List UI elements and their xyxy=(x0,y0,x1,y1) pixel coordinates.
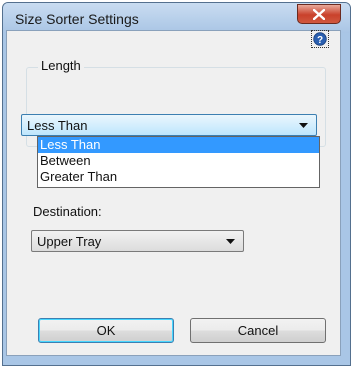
chevron-down-icon xyxy=(226,239,235,244)
cancel-button[interactable]: Cancel xyxy=(190,318,326,343)
dropdown-option-less-than[interactable]: Less Than xyxy=(38,137,319,153)
svg-text:?: ? xyxy=(317,35,323,46)
length-combo-value: Less Than xyxy=(27,118,88,133)
destination-combo[interactable]: Upper Tray xyxy=(31,230,244,252)
length-group-label: Length xyxy=(38,58,84,73)
close-icon xyxy=(313,8,325,20)
title-bar[interactable]: Size Sorter Settings xyxy=(3,3,350,33)
length-dropdown-list: Less Than Between Greater Than xyxy=(37,136,320,188)
length-combo[interactable]: Less Than xyxy=(21,114,317,136)
help-icon: ? xyxy=(313,32,327,46)
chevron-down-icon xyxy=(299,123,308,128)
close-button[interactable] xyxy=(297,4,341,24)
dropdown-option-between[interactable]: Between xyxy=(38,153,319,169)
ok-button[interactable]: OK xyxy=(38,318,174,343)
destination-label: Destination: xyxy=(33,204,102,219)
help-button[interactable]: ? xyxy=(311,30,329,48)
destination-combo-value: Upper Tray xyxy=(37,234,102,249)
dropdown-option-greater-than[interactable]: Greater Than xyxy=(38,169,319,185)
window-title: Size Sorter Settings xyxy=(15,11,139,27)
